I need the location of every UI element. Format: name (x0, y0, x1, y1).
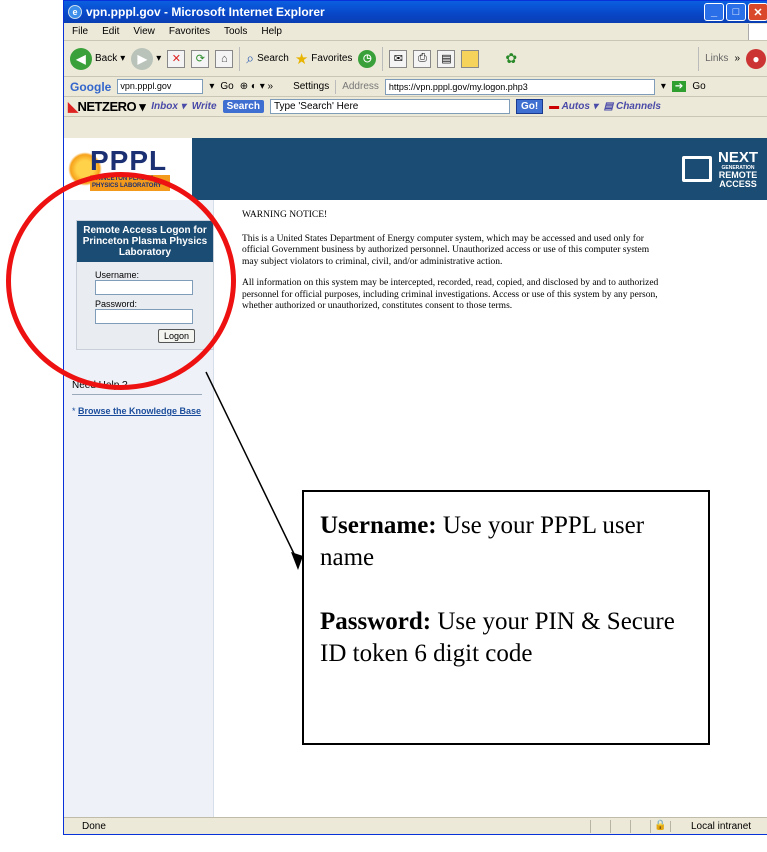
status-cell (590, 819, 610, 833)
menu-help[interactable]: Help (261, 26, 282, 37)
google-go-button[interactable]: Go (220, 81, 233, 92)
address-input[interactable]: https://vpn.pppl.gov/my.logon.php3 (384, 78, 655, 95)
menu-view[interactable]: View (133, 26, 155, 37)
edit-icon[interactable]: ▤ (437, 49, 456, 68)
toolbar-divider (335, 79, 337, 94)
pppl-logo-text: PPPL (90, 145, 168, 176)
screenshot: e vpn.pppl.gov - Microsoft Internet Expl… (0, 0, 767, 852)
forward-arrow-icon: ▶ (131, 47, 154, 70)
inbox-button[interactable]: Inbox ▾ (151, 101, 185, 112)
instruction-callout: Username: Use your PPPL user name Passwo… (302, 490, 710, 745)
search-label: Search (257, 53, 289, 64)
monitor-icon (681, 156, 712, 182)
print-icon[interactable]: ⎙ (413, 49, 432, 68)
autos-label: Autos (561, 101, 590, 112)
inbox-label: Inbox (151, 101, 178, 112)
menu-file[interactable]: File (72, 26, 88, 37)
netzero-search-input[interactable]: Type 'Search' Here (269, 99, 510, 114)
go-label[interactable]: Go (692, 81, 705, 92)
netzero-brand: NETZERO (77, 98, 137, 114)
netzero-go-button[interactable]: Go! (515, 99, 544, 114)
knowledge-base-link[interactable]: Browse the Knowledge Base (78, 406, 208, 417)
menu-favorites[interactable]: Favorites (169, 26, 210, 37)
divider (72, 394, 202, 395)
status-cell (630, 819, 650, 833)
go-button[interactable]: ➔ (671, 81, 687, 92)
chevron-icon[interactable]: » (734, 53, 740, 64)
home-icon[interactable]: ⌂ (215, 49, 234, 68)
bullet-icon: * (72, 406, 76, 416)
settings-button[interactable]: Settings (293, 81, 329, 92)
dropdown-icon[interactable]: ▾ (209, 81, 214, 92)
toolbar-extra-icon[interactable]: ● (746, 48, 766, 69)
google-icons[interactable]: ⊕ ◐ ▾ » (240, 81, 273, 92)
toolbar-divider (382, 46, 384, 71)
warning-title: WARNING NOTICE! (242, 210, 328, 220)
next-logo-line1: NEXT (717, 148, 758, 166)
windows-flag-icon (748, 23, 767, 40)
autos-button[interactable]: ▬ Autos ▾ (549, 101, 598, 112)
google-toolbar: Google vpn.pppl.gov ▾ Go ⊕ ◐ ▾ » Setting… (64, 77, 767, 97)
toolbar-divider (698, 46, 700, 71)
standard-toolbar: ◀ Back ▾ ▶ ▾ ✕ ⟳ ⌂ ⌕ Search ★ Favorites … (64, 41, 767, 77)
favorites-label: Favorites (311, 53, 353, 64)
search-icon: ⌕ (246, 50, 255, 66)
next-generation-logo: NEXT GENERATION REMOTE ACCESS (681, 150, 767, 189)
window-title: vpn.pppl.gov - Microsoft Internet Explor… (86, 5, 325, 19)
menu-bar: File Edit View Favorites Tools Help (64, 23, 767, 41)
history-icon[interactable]: ◷ (358, 49, 377, 68)
status-cell (610, 819, 630, 833)
menu-tools[interactable]: Tools (224, 26, 247, 37)
toolbar-divider (239, 46, 241, 71)
forward-button[interactable]: ▶ ▾ (131, 47, 161, 70)
channels-label: Channels (615, 101, 661, 112)
password-instruction: Password: Use your PIN & Secure ID token… (320, 606, 692, 670)
favorites-button[interactable]: ★ Favorites (295, 50, 353, 68)
address-dropdown-icon[interactable]: ▾ (661, 81, 666, 92)
maximize-button[interactable]: □ (726, 3, 746, 21)
channels-button[interactable]: ▤ Channels (604, 101, 661, 112)
address-label: Address (342, 81, 379, 92)
back-arrow-icon: ◀ (70, 47, 92, 70)
folder-icon[interactable] (461, 49, 480, 68)
star-icon: ★ (294, 50, 309, 68)
username-instruction-label: Username: (320, 512, 437, 539)
warning-notice: WARNING NOTICE! This is a United States … (242, 210, 662, 323)
back-label: Back (95, 53, 118, 64)
netzero-logo: ◣NETZERO ▾ (68, 98, 146, 114)
back-button[interactable]: ◀ Back ▾ (70, 47, 125, 70)
status-text: Done (82, 820, 106, 832)
mail-icon[interactable]: ✉ (389, 49, 408, 68)
search-button[interactable]: ⌕ Search (246, 50, 289, 67)
security-zone: Local intranet (670, 820, 767, 832)
warning-paragraph-1: This is a United States Department of En… (242, 233, 650, 267)
netzero-toolbar: ◣NETZERO ▾ Inbox ▾ Write Search Type 'Se… (64, 97, 767, 117)
status-bar: Done 🔒 Local intranet (64, 817, 767, 834)
write-button[interactable]: Write (192, 101, 217, 112)
lock-icon: 🔒 (650, 819, 670, 833)
title-bar: e vpn.pppl.gov - Microsoft Internet Expl… (64, 1, 767, 23)
close-button[interactable]: ✕ (748, 3, 767, 21)
google-search-input[interactable]: vpn.pppl.gov (117, 79, 204, 94)
menu-edit[interactable]: Edit (102, 26, 119, 37)
username-instruction: Username: Use your PPPL user name (320, 510, 692, 574)
ie-icon: e (68, 5, 82, 19)
links-label[interactable]: Links (705, 53, 728, 64)
next-logo-text: NEXT GENERATION REMOTE ACCESS (718, 150, 758, 189)
password-instruction-label: Password: (320, 608, 432, 635)
refresh-icon[interactable]: ⟳ (191, 49, 210, 68)
warning-paragraph-2: All information on this system may be in… (242, 278, 659, 311)
stop-icon[interactable]: ✕ (167, 49, 186, 68)
google-logo: Google (70, 79, 112, 94)
next-logo-line4: ACCESS (719, 178, 757, 189)
messenger-icon[interactable]: ✿ (505, 50, 517, 67)
netzero-search-button[interactable]: Search (222, 100, 264, 113)
minimize-button[interactable]: _ (704, 3, 724, 21)
highlight-ellipse (6, 172, 236, 390)
